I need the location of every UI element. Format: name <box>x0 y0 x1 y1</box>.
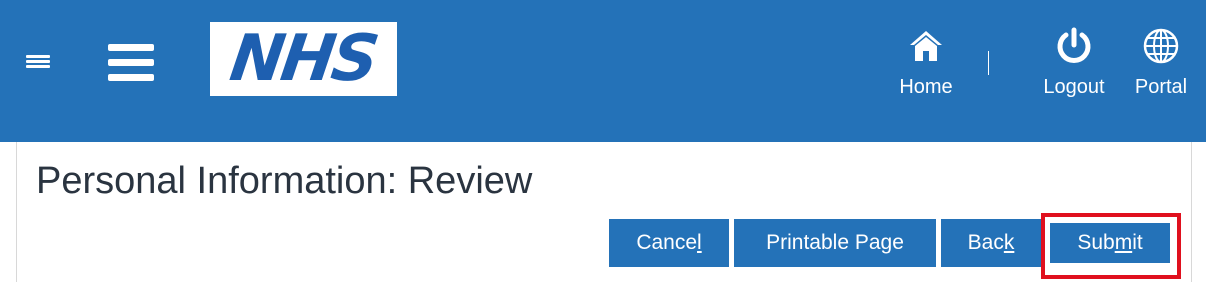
globe-icon <box>1141 26 1181 66</box>
printable-page-label: Printable Page <box>766 231 904 254</box>
nav-divider <box>988 51 989 75</box>
back-label-start: Bac <box>967 231 1004 254</box>
nav-portal-link[interactable]: Portal <box>1130 26 1192 99</box>
hamburger-menu-small-icon[interactable] <box>26 55 50 69</box>
hamburger-menu-icon[interactable] <box>108 44 154 82</box>
submit-label-end: it <box>1132 231 1143 254</box>
nav-logout-label: Logout <box>1043 76 1105 98</box>
nav-home-label: Home <box>899 76 953 98</box>
power-icon <box>1054 26 1094 66</box>
nav-portal-label: Portal <box>1134 76 1188 98</box>
nav-home-link[interactable]: Home <box>896 26 956 99</box>
back-access-key: k <box>1003 231 1015 254</box>
home-icon <box>906 26 946 66</box>
logo-text: NHS <box>226 22 381 96</box>
submit-access-key: m <box>1114 231 1133 254</box>
submit-button[interactable]: Sub m it <box>1050 223 1170 263</box>
page-title: Personal Information: Review <box>36 160 533 202</box>
nav-logout-link[interactable]: Logout <box>1040 26 1108 99</box>
printable-page-button[interactable]: Printable Page <box>734 219 936 267</box>
cancel-button[interactable]: Cance l <box>609 219 729 267</box>
nhs-logo: NHS <box>210 22 397 96</box>
cancel-access-key: l <box>697 231 702 254</box>
submit-label-start: Sub <box>1077 231 1115 254</box>
top-header-bar: NHS Home Logout Portal <box>0 0 1206 142</box>
cancel-label-start: Cance <box>636 231 698 254</box>
back-button[interactable]: Bac k <box>941 219 1041 267</box>
